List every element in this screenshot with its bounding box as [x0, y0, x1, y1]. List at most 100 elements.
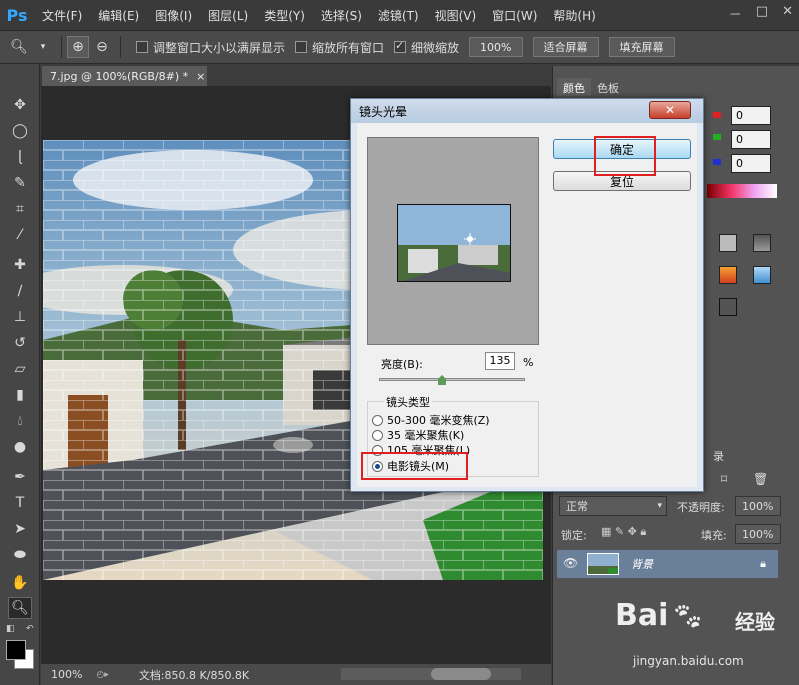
menu-view[interactable]: 视图(V): [427, 7, 485, 24]
percent-label: %: [523, 356, 534, 369]
eraser-icon[interactable]: ▱: [8, 358, 32, 380]
menu-edit[interactable]: 编辑(E): [90, 7, 147, 24]
menu-help[interactable]: 帮助(H): [545, 7, 603, 24]
options-bar: 🔍︎ ▾ ⊕ ⊖ 调整窗口大小以满屏显示 缩放所有窗口 细微缩放 100% 适合…: [0, 30, 799, 64]
layer-name: 背景: [631, 558, 653, 571]
flare-preview[interactable]: [367, 137, 539, 345]
swap-colors-icon[interactable]: ↶: [26, 624, 34, 634]
preview-thumbnail[interactable]: [397, 204, 511, 282]
tab-history-fragment[interactable]: 录: [713, 448, 724, 464]
dialog-title: 镜头光晕: [359, 104, 408, 119]
lens-option-50-300[interactable]: 50-300 毫米变焦(Z): [372, 412, 490, 428]
radio-button[interactable]: [372, 429, 383, 441]
tool-preset-dropdown-icon[interactable]: ▾: [32, 36, 54, 58]
blend-mode-value: 正常: [566, 500, 588, 513]
maximize-button[interactable]: □: [756, 4, 768, 23]
gradient-icon[interactable]: ▮: [8, 384, 32, 406]
blend-mode-dropdown[interactable]: 正常 ▾: [559, 496, 667, 516]
lock-label: 锁定:: [561, 529, 587, 542]
scrubby-zoom-label: 细微缩放: [411, 40, 460, 55]
document-info: 文档:850.8 K/850.8K: [138, 668, 250, 682]
lens-type-label: 镜头类型: [384, 394, 432, 410]
divider: [120, 36, 121, 58]
opacity-field[interactable]: 100%: [735, 496, 781, 516]
zoom-in-icon[interactable]: ⊕: [67, 36, 89, 58]
status-menu-icon[interactable]: ◴▸: [96, 670, 108, 680]
minimize-button[interactable]: －: [729, 4, 742, 23]
dodge-icon[interactable]: ●: [8, 436, 32, 458]
dialog-close-button[interactable]: ✕: [649, 101, 691, 119]
style-swatch[interactable]: [753, 266, 771, 284]
fill-screen-button[interactable]: 填充屏幕: [608, 37, 675, 57]
resize-windows-checkbox[interactable]: [136, 41, 148, 53]
dialog-titlebar[interactable]: 镜头光晕 ✕: [351, 99, 703, 123]
menu-filter[interactable]: 滤镜(T): [370, 7, 427, 24]
close-window-button[interactable]: ✕: [782, 4, 793, 23]
scrubby-zoom-checkbox[interactable]: [394, 39, 407, 53]
fit-screen-button[interactable]: 适合屏幕: [532, 37, 599, 57]
red-value[interactable]: 0: [731, 106, 771, 125]
quick-select-icon[interactable]: ✎: [8, 172, 32, 194]
document-tab[interactable]: 7.jpg @ 100%(RGB/8#) * ×: [42, 66, 207, 86]
resize-windows-label: 调整窗口大小以满屏显示: [153, 40, 286, 55]
zoom-icon[interactable]: 🔍︎: [8, 597, 32, 619]
transform-icon[interactable]: ⌑: [721, 472, 727, 486]
color-ramp[interactable]: [707, 184, 777, 198]
clone-stamp-icon[interactable]: ⊥: [8, 306, 32, 328]
menu-select[interactable]: 选择(S): [313, 7, 370, 24]
ellipse-marquee-icon[interactable]: ◯: [8, 120, 32, 142]
lock-icons[interactable]: ▦ ✎ ✥ 🔒︎: [601, 525, 646, 539]
close-tab-icon[interactable]: ×: [196, 70, 205, 83]
zoom-100-button[interactable]: 100%: [469, 37, 523, 57]
highlight-ok-button: [594, 136, 656, 176]
blur-icon[interactable]: 💧︎: [8, 410, 32, 432]
dialog-body: 确定 复位 亮度(B): 135 % 镜头类型 50-300 毫米变焦(Z) 3…: [357, 123, 697, 487]
pen-icon[interactable]: ✒: [8, 466, 32, 488]
path-select-icon[interactable]: ➤: [8, 518, 32, 540]
lens-option-35[interactable]: 35 毫米聚焦(K): [372, 427, 464, 443]
highlight-movie-lens: [361, 452, 468, 480]
crop-icon[interactable]: ⌗: [8, 198, 32, 220]
divider: [61, 36, 62, 58]
brightness-input[interactable]: 135: [485, 352, 515, 370]
ellipse-shape-icon[interactable]: ⬬: [8, 544, 32, 566]
green-value[interactable]: 0: [731, 130, 771, 149]
foreground-color-swatch[interactable]: [6, 640, 26, 660]
eyedropper-icon[interactable]: ⁄: [8, 224, 32, 246]
menu-window[interactable]: 窗口(W): [484, 7, 545, 24]
type-icon[interactable]: T: [8, 492, 32, 514]
menu-layer[interactable]: 图层(L): [200, 7, 256, 24]
style-swatch[interactable]: [719, 234, 737, 252]
tab-color[interactable]: 颜色: [557, 78, 591, 96]
zoom-level[interactable]: 100%: [51, 668, 82, 681]
menu-type[interactable]: 类型(Y): [256, 7, 313, 24]
blue-value[interactable]: 0: [731, 154, 771, 173]
menu-image[interactable]: 图像(I): [147, 7, 200, 24]
fill-field[interactable]: 100%: [735, 524, 781, 544]
radio-button[interactable]: [372, 414, 383, 426]
zoom-out-icon[interactable]: ⊖: [91, 36, 113, 58]
tab-swatches[interactable]: 色板: [591, 78, 625, 96]
history-brush-icon[interactable]: ↺: [8, 332, 32, 354]
move-tool-icon[interactable]: ✥: [8, 94, 32, 116]
brightness-slider-thumb[interactable]: [438, 375, 446, 385]
zoom-all-windows-checkbox[interactable]: [295, 41, 308, 53]
lasso-icon[interactable]: ɭ: [8, 146, 32, 168]
hand-icon[interactable]: ✋: [8, 572, 32, 594]
layer-row-background[interactable]: 👁︎ 背景 🔒︎: [557, 550, 778, 578]
visibility-eye-icon[interactable]: 👁︎: [563, 556, 578, 570]
scrollbar-thumb[interactable]: [431, 668, 491, 680]
menu-file[interactable]: 文件(F): [34, 7, 90, 24]
default-colors-icon[interactable]: ◧: [6, 624, 15, 634]
style-swatch[interactable]: [719, 298, 737, 316]
lens-option-label: 35 毫米聚焦(K): [387, 429, 465, 442]
brightness-slider[interactable]: [379, 375, 525, 385]
trash-icon[interactable]: 🗑︎: [753, 472, 768, 486]
healing-brush-icon[interactable]: ✚: [8, 254, 32, 276]
brush-icon[interactable]: ∕: [8, 280, 32, 302]
style-swatch[interactable]: [753, 234, 771, 252]
horizontal-scrollbar[interactable]: [341, 668, 521, 680]
zoom-tool-icon[interactable]: 🔍︎: [8, 36, 30, 58]
lock-icon: 🔒︎: [760, 557, 766, 570]
style-swatch[interactable]: [719, 266, 737, 284]
